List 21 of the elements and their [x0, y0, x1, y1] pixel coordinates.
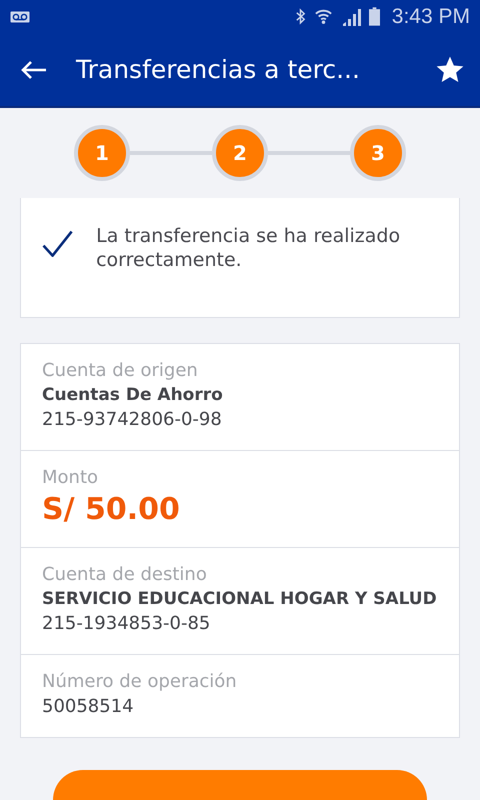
step-indicator: 1 [74, 125, 130, 181]
voicemail-icon [10, 10, 30, 22]
battery-icon [368, 7, 380, 26]
field-label: Monto [42, 467, 100, 488]
step-indicator: 3 [350, 125, 406, 181]
bluetooth-icon [294, 8, 306, 25]
field-label: Cuenta de destino [42, 564, 208, 585]
status-time: 3:43 PM [392, 4, 470, 28]
account-name: Cuentas De Ahorro [42, 385, 224, 405]
step-indicator: 2 [212, 125, 268, 181]
account-number: 215-93742806-0-98 [42, 409, 223, 430]
success-message: La transferencia se ha realizado correctamente. [96, 224, 402, 272]
account-number: 215-1934853-0-85 [42, 613, 212, 634]
wifi-icon [314, 7, 333, 26]
app-bar-title: Transferencias a terc... [76, 55, 361, 84]
field-value: 50058514 [42, 696, 135, 717]
field-label: Número de operación [42, 671, 238, 692]
amount-value: S/ 50.00 [42, 492, 181, 527]
account-name: SERVICIO EDUCACIONAL HOGAR Y SALUD [42, 589, 438, 609]
field-label: Cuenta de origen [42, 360, 199, 381]
signal-icon [340, 8, 361, 26]
